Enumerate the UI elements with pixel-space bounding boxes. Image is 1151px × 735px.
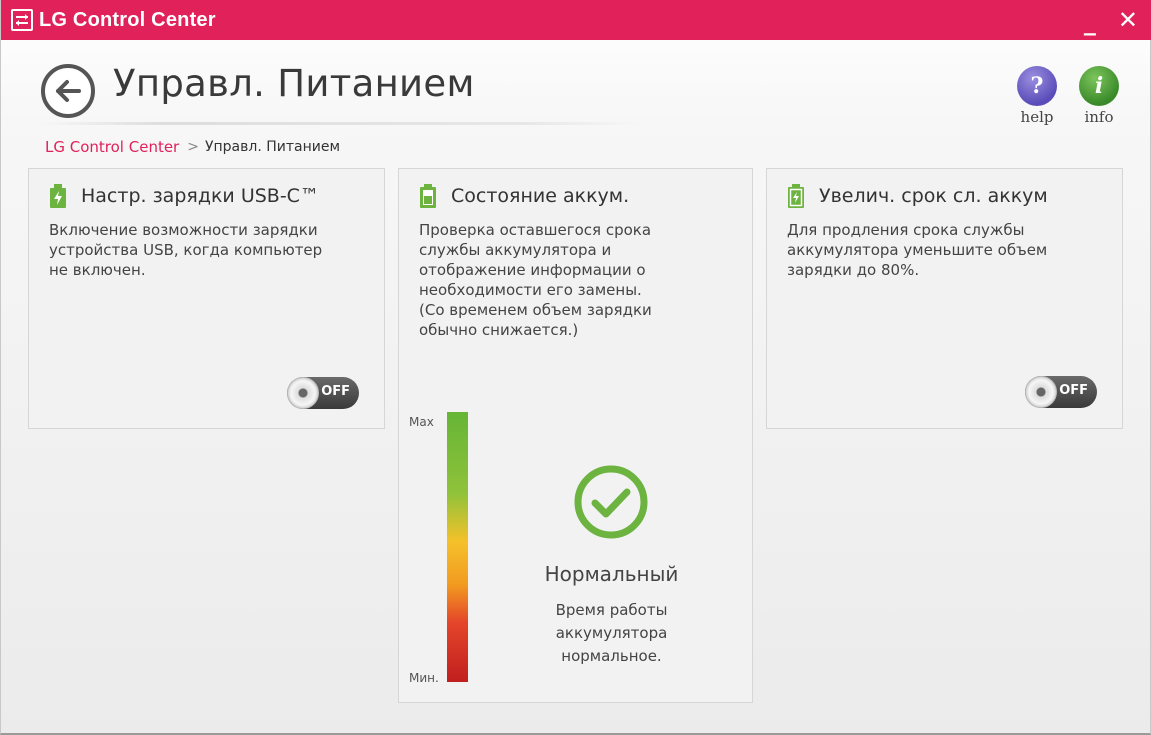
battery-health-gauge — [447, 412, 468, 682]
extend-life-title: Увелич. срок сл. аккум — [819, 185, 1048, 207]
title-divider — [41, 122, 641, 125]
usb-battery-icon — [49, 184, 67, 208]
info-icon: i — [1079, 66, 1119, 106]
extend-life-description: Для продления срока службы аккумулятора … — [787, 221, 1048, 279]
battery-charge-icon — [787, 184, 805, 208]
info-label: info — [1084, 108, 1114, 126]
help-icon: ? — [1017, 66, 1057, 106]
extend-life-toggle[interactable]: OFF — [1025, 376, 1097, 408]
extend-battery-life-card: Увелич. срок сл. аккум Для продления сро… — [766, 168, 1123, 429]
window-title: LG Control Center — [39, 8, 216, 31]
battery-status-description: Проверка оставшегося срока службы аккуму… — [419, 221, 652, 339]
toggle-knob — [1025, 376, 1057, 408]
toggle-knob — [287, 377, 319, 409]
toggle-state-label: OFF — [321, 384, 350, 399]
breadcrumb: LG Control Center > Управл. Питанием — [45, 138, 340, 156]
battery-status-detail: Время работы аккумулятора нормальное. — [555, 601, 668, 665]
app-logo-icon — [11, 9, 33, 31]
usb-charging-card: Настр. зарядки USB-C™ Включение возможно… — [28, 168, 385, 429]
battery-status-value: Нормальный — [544, 562, 679, 586]
toggle-state-label: OFF — [1059, 383, 1088, 398]
gauge-min-label: Мин. — [409, 671, 439, 685]
gauge-max-label: Max — [409, 415, 434, 429]
check-circle-icon — [574, 465, 648, 539]
usb-charging-title: Настр. зарядки USB-C™ — [81, 185, 319, 207]
help-label: help — [1020, 108, 1054, 126]
back-button[interactable] — [41, 64, 95, 118]
breadcrumb-root-link[interactable]: LG Control Center — [45, 138, 179, 156]
minimize-button[interactable]: _ — [1084, 10, 1096, 34]
chevron-right-icon: > — [187, 139, 199, 155]
battery-status-title: Состояние аккум. — [451, 185, 630, 207]
title-bar[interactable]: LG Control Center _ ✕ — [1, 0, 1151, 40]
close-button[interactable]: ✕ — [1118, 8, 1138, 32]
battery-status-card: Состояние аккум. Проверка оставшегося ср… — [398, 168, 753, 703]
help-button[interactable]: ? help — [1015, 66, 1059, 126]
usb-charging-description: Включение возможности зарядки устройства… — [49, 221, 323, 279]
arrow-left-icon — [56, 80, 81, 102]
usb-charging-toggle[interactable]: OFF — [287, 377, 359, 409]
page-title: Управл. Питанием — [113, 62, 475, 105]
info-button[interactable]: i info — [1077, 66, 1121, 126]
battery-icon — [419, 184, 437, 208]
breadcrumb-current: Управл. Питанием — [204, 139, 341, 155]
app-window: LG Control Center _ ✕ Управл. Питанием ?… — [0, 0, 1151, 735]
